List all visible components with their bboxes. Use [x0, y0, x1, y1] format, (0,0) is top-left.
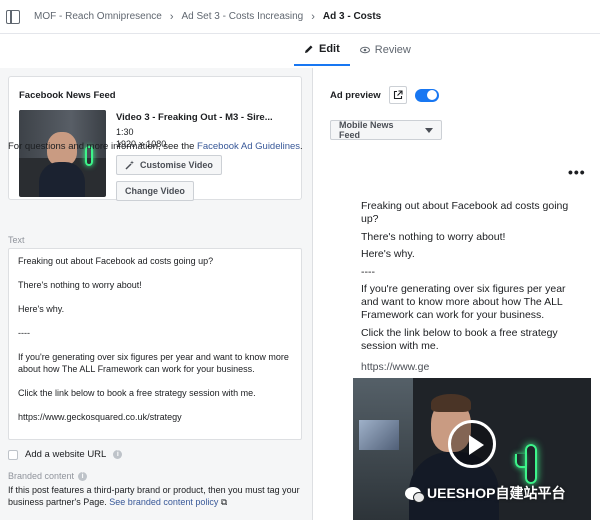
breadcrumb-campaign[interactable]: MOF - Reach Omnipresence — [34, 11, 162, 22]
website-url-row: Add a website URL i — [8, 449, 123, 460]
primary-text-line: https://www.geckosquared.co.uk/strategy — [18, 411, 182, 422]
ad-preview-label: Ad preview — [330, 89, 381, 101]
breadcrumb-ad-set[interactable]: Ad Set 3 - Costs Increasing — [182, 11, 304, 22]
primary-text-input[interactable]: Freaking out about Facebook ad costs goi… — [8, 248, 302, 440]
pencil-icon — [305, 45, 313, 53]
neon-cactus — [525, 444, 537, 484]
branded-content-label: Branded content — [8, 471, 75, 481]
mode-tabs: Edit Review — [294, 34, 421, 66]
preview-toggle[interactable] — [414, 88, 439, 102]
open-preview-button[interactable] — [388, 86, 407, 104]
preview-text-line: Freaking out about Facebook ad costs goi… — [361, 200, 569, 225]
preview-header: Ad preview — [330, 86, 439, 104]
branded-content-description: If this post features a third-party bran… — [8, 485, 300, 507]
preview-text-line: If you're generating over six figures pe… — [361, 283, 566, 321]
info-icon[interactable]: i — [113, 450, 123, 459]
primary-text-line: If you're generating over six figures pe… — [18, 352, 289, 374]
external-link-icon: ⧉ — [220, 497, 228, 507]
tab-review-label: Review — [374, 44, 411, 56]
change-video-button[interactable]: Change Video — [116, 181, 194, 201]
tab-edit[interactable]: Edit — [294, 34, 350, 66]
tab-review[interactable]: Review — [350, 34, 421, 66]
primary-text-line: Click the link below to book a free stra… — [18, 387, 256, 398]
caret-down-icon — [425, 127, 433, 133]
preview-text-line: Here's why. — [361, 248, 415, 260]
sidebar-toggle-icon[interactable] — [6, 9, 20, 24]
primary-text-line: Freaking out about Facebook ad costs goi… — [18, 256, 214, 266]
guidelines-text: For questions and more information, see … — [8, 141, 303, 152]
more-options-icon[interactable]: ••• — [568, 165, 586, 179]
placement-title: Facebook News Feed — [19, 90, 116, 101]
customise-video-button[interactable]: Customise Video — [116, 155, 222, 175]
chevron-right-icon: › — [169, 10, 174, 23]
website-url-label[interactable]: Add a website URL — [25, 449, 106, 460]
ad-guidelines-link[interactable]: Facebook Ad Guidelines — [197, 141, 300, 152]
info-icon[interactable]: i — [78, 471, 88, 481]
placement-dropdown[interactable]: Mobile News Feed — [330, 120, 442, 140]
wechat-icon — [405, 486, 425, 503]
placement-dropdown-value: Mobile News Feed — [339, 120, 394, 140]
chevron-right-icon: › — [311, 10, 315, 23]
video-duration: 1:30 — [116, 127, 134, 137]
primary-text-line: Here's why. — [18, 304, 65, 314]
primary-text-line: There's nothing to worry about! — [18, 280, 142, 290]
watermark-text: UEESHOP自建站平台 — [427, 485, 566, 501]
watermark: UEESHOP自建站平台 — [405, 483, 565, 503]
primary-text-line: ---- — [18, 328, 30, 338]
breadcrumb-bar: MOF - Reach Omnipresence › Ad Set 3 - Co… — [0, 0, 600, 34]
breadcrumb-ad[interactable]: Ad 3 - Costs — [323, 11, 381, 22]
branded-content-label-row: Branded content i — [8, 471, 88, 481]
website-url-checkbox[interactable] — [8, 449, 18, 460]
preview-text-line: There's nothing to worry about! — [361, 230, 506, 243]
play-icon[interactable] — [448, 420, 496, 468]
tab-edit-label: Edit — [319, 43, 340, 55]
magic-wand-icon — [125, 160, 134, 170]
preview-link[interactable]: https://www.ge — [361, 361, 429, 373]
video-title: Video 3 - Freaking Out - M3 - Sire... — [116, 112, 273, 123]
preview-text-line: Click the link below to book a free stra… — [361, 326, 558, 352]
media-card: Facebook News Feed Video 3 - Freaking Ou… — [8, 76, 302, 201]
preview-post-text: Freaking out about Facebook ad costs goi… — [361, 200, 581, 357]
eye-icon — [359, 46, 370, 54]
text-label: Text — [8, 235, 25, 245]
column-divider — [312, 68, 313, 520]
video-thumbnail[interactable] — [19, 110, 106, 197]
branded-content-policy-link[interactable]: See branded content policy — [109, 497, 218, 507]
external-link-icon — [393, 90, 403, 100]
preview-text-line: ---- — [361, 265, 375, 278]
